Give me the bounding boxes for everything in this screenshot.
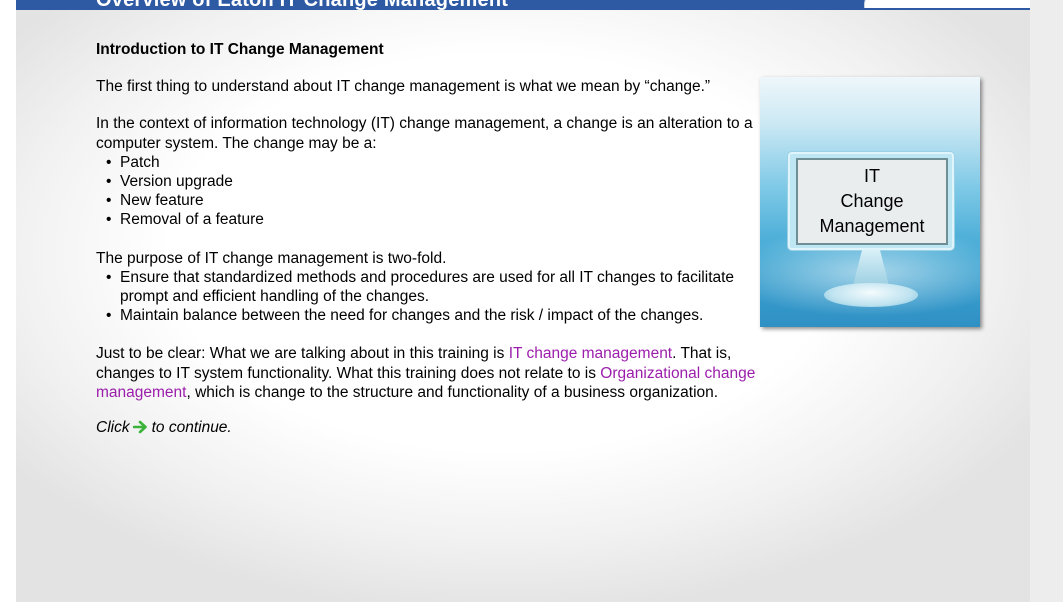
- it-change-management-image: IT Change Management: [760, 77, 980, 327]
- screen-line: Change: [840, 191, 904, 211]
- title-tab: [864, 0, 1030, 8]
- screen-line: Management: [819, 216, 925, 236]
- main-content: Introduction to IT Change Management The…: [96, 40, 756, 439]
- continue-instruction: Click to continue.: [96, 418, 756, 439]
- right-gutter: [1030, 0, 1063, 602]
- context-paragraph: In the context of information technology…: [96, 115, 753, 152]
- left-gutter: [0, 0, 16, 602]
- monitor-screen: IT Change Management: [796, 158, 948, 245]
- right-arrow-icon[interactable]: [132, 420, 148, 439]
- list-item: New feature: [106, 191, 756, 210]
- list-item: Removal of a feature: [106, 210, 756, 229]
- slide-panel: Overview of Eaton IT Change Management I…: [16, 0, 1030, 602]
- clarification-text: , which is change to the structure and f…: [186, 383, 719, 401]
- monitor-icon: IT Change Management: [788, 152, 954, 250]
- clarification-text: Just to be clear: What we are talking ab…: [96, 345, 509, 363]
- click-label: Click: [96, 419, 130, 437]
- list-item: Ensure that standardized methods and pro…: [106, 268, 756, 306]
- page-title: Overview of Eaton IT Change Management: [96, 0, 508, 10]
- intro-paragraph: The first thing to understand about IT c…: [96, 78, 711, 96]
- monitor-base: [824, 283, 918, 307]
- purpose-list: Ensure that standardized methods and pro…: [96, 268, 756, 326]
- it-change-management-link[interactable]: IT change management: [509, 345, 672, 362]
- purpose-paragraph: The purpose of IT change management is t…: [96, 249, 447, 267]
- clarification-paragraph: Just to be clear: What we are talking ab…: [96, 344, 756, 402]
- continue-label: to continue.: [151, 419, 232, 437]
- change-types-list: Patch Version upgrade New feature Remova…: [96, 153, 756, 230]
- screen-line: IT: [864, 166, 880, 186]
- list-item: Patch: [106, 153, 756, 172]
- title-bar: Overview of Eaton IT Change Management: [16, 0, 1030, 10]
- section-heading: Introduction to IT Change Management: [96, 41, 384, 58]
- list-item: Version upgrade: [106, 172, 756, 191]
- list-item: Maintain balance between the need for ch…: [106, 306, 756, 325]
